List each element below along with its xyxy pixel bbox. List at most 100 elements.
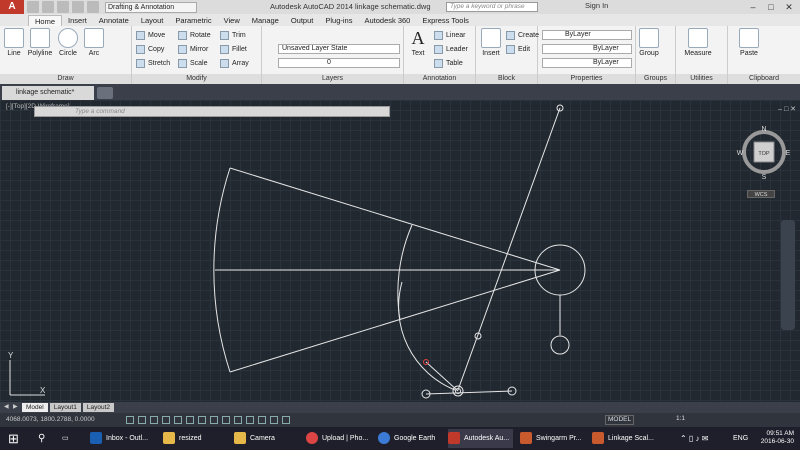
tab-autodesk360[interactable]: Autodesk 360 [358, 15, 416, 26]
trim-button[interactable]: Trim [220, 30, 246, 41]
annotation-scale-button[interactable]: 1:1 [676, 415, 685, 422]
utilities-panel-title[interactable]: Utilities [676, 74, 727, 84]
open-icon[interactable] [42, 1, 54, 13]
linear-dimension-button[interactable]: Linear [434, 30, 465, 41]
taskbar-upload[interactable]: Upload | Pho... [306, 429, 368, 448]
copy-button[interactable]: Copy [136, 44, 164, 55]
linkage-drawing[interactable]: Y X [0, 100, 800, 402]
tab-insert[interactable]: Insert [62, 15, 93, 26]
search-icon[interactable]: ⚲ [38, 429, 52, 448]
taskbar-camera[interactable]: Camera [234, 429, 275, 448]
model-space-button[interactable]: MODEL [605, 415, 635, 425]
inner-arc[interactable] [397, 224, 413, 321]
taskbar-clock[interactable]: 09:51 AM 2016-06-30 [761, 430, 794, 446]
diag-link-line[interactable] [425, 361, 459, 392]
edit-block-button[interactable]: Edit [506, 44, 530, 55]
groups-panel-title[interactable]: Groups [636, 74, 675, 84]
coordinate-readout[interactable]: 4068.0073, 1800.2788, 0.0000 [6, 416, 95, 423]
tab-output[interactable]: Output [285, 15, 320, 26]
ortho-mode-icon[interactable] [162, 416, 170, 424]
wcs-menu[interactable]: WCS [747, 190, 775, 198]
task-view-icon[interactable]: ▭ [62, 429, 76, 448]
tab-express-tools[interactable]: Express Tools [416, 15, 475, 26]
paste-button[interactable]: Paste [736, 28, 762, 57]
swing-arm-line[interactable] [457, 107, 561, 391]
line-button[interactable]: Line [3, 28, 25, 57]
tab-layout1[interactable]: Layout1 [49, 403, 81, 412]
link-arc[interactable] [398, 281, 456, 391]
taskbar-google-earth[interactable]: Google Earth [378, 429, 435, 448]
measure-button[interactable]: Measure [680, 28, 716, 57]
start-windows-icon[interactable]: ⊞ [8, 429, 28, 448]
dynamic-ucs-icon[interactable] [222, 416, 230, 424]
tab-layout[interactable]: Layout [135, 15, 170, 26]
system-tray-icons[interactable]: ⌃ ▯ ♪ ✉ [680, 429, 708, 448]
annotation-panel-title[interactable]: Annotation [404, 74, 475, 84]
last-tab-icon[interactable]: ▶ [13, 403, 20, 412]
create-block-button[interactable]: Create [506, 30, 539, 41]
polyline-button[interactable]: Polyline [26, 28, 54, 57]
layers-panel-title[interactable]: Layers [262, 74, 403, 84]
fillet-button[interactable]: Fillet [220, 44, 247, 55]
taskbar-autocad[interactable]: Autodesk Au... [448, 429, 514, 448]
group-button[interactable]: Group [637, 28, 661, 57]
small-circle[interactable] [550, 335, 570, 355]
drawing-viewport[interactable]: [-][Top][2D Wireframe] Type a command – … [0, 100, 800, 402]
grid-display-icon[interactable] [150, 416, 158, 424]
color-dropdown[interactable]: ByLayer [542, 30, 632, 40]
modify-panel-title[interactable]: Modify [132, 74, 261, 84]
tab-annotate[interactable]: Annotate [93, 15, 135, 26]
circle-button[interactable]: Circle [56, 28, 80, 57]
block-panel-title[interactable]: Block [476, 74, 537, 84]
clipboard-panel-title[interactable]: Clipboard [728, 74, 800, 84]
layer-state-dropdown[interactable]: Unsaved Layer State [278, 44, 400, 54]
stretch-button[interactable]: Stretch [136, 58, 170, 69]
new-icon[interactable] [27, 1, 39, 13]
insert-button[interactable]: Insert [479, 28, 503, 57]
selection-cycling-icon[interactable] [282, 416, 290, 424]
search-input[interactable]: Type a keyword or phrase [446, 2, 538, 12]
snap-mode-icon[interactable] [138, 416, 146, 424]
taskbar-outlook[interactable]: Inbox - Outl... [90, 429, 148, 448]
minimize-button[interactable]: – [744, 0, 762, 14]
first-tab-icon[interactable]: ◀ [4, 403, 11, 412]
save-icon[interactable] [57, 1, 69, 13]
table-button[interactable]: Table [434, 58, 463, 69]
move-button[interactable]: Move [136, 30, 165, 41]
file-tab-linkage-schematic[interactable]: linkage schematic* [2, 86, 94, 100]
3d-object-snap-icon[interactable] [198, 416, 206, 424]
tab-view[interactable]: View [218, 15, 246, 26]
quick-properties-icon[interactable] [270, 416, 278, 424]
lineweight-icon[interactable] [246, 416, 254, 424]
close-button[interactable]: ✕ [780, 0, 798, 14]
tab-model[interactable]: Model [22, 403, 48, 412]
arc-button[interactable]: Arc [83, 28, 105, 57]
navigation-bar[interactable] [781, 220, 795, 330]
draw-panel-title[interactable]: Draw [0, 74, 131, 84]
current-layer-dropdown[interactable]: 0 [278, 58, 400, 68]
tab-plugins[interactable]: Plug-ins [319, 15, 358, 26]
properties-panel-title[interactable]: Properties [538, 74, 635, 84]
maximize-button[interactable]: □ [762, 0, 780, 14]
taskbar-swingarm[interactable]: Swingarm Pr... [520, 429, 582, 448]
leader-button[interactable]: Leader [434, 44, 468, 55]
new-tab-button[interactable] [97, 87, 113, 99]
rotate-button[interactable]: Rotate [178, 30, 211, 41]
sector-upper-line[interactable] [229, 167, 561, 271]
tab-manage[interactable]: Manage [246, 15, 285, 26]
lineweight-dropdown[interactable]: ByLayer [542, 58, 632, 68]
taskbar-linkage-scale[interactable]: Linkage Scal... [592, 429, 654, 448]
infer-constraints-icon[interactable] [126, 416, 134, 424]
autocad-logo-button[interactable]: A [0, 0, 24, 14]
array-button[interactable]: Array [220, 58, 249, 69]
text-button[interactable]: A Text [407, 28, 429, 57]
input-language[interactable]: ENG [733, 429, 748, 448]
tab-parametric[interactable]: Parametric [169, 15, 217, 26]
tab-home[interactable]: Home [28, 15, 63, 26]
taskbar-resized[interactable]: resized [163, 429, 202, 448]
tab-layout2[interactable]: Layout2 [82, 403, 114, 412]
undo-icon[interactable] [72, 1, 84, 13]
base-link-line[interactable] [425, 390, 513, 395]
workspace-dropdown[interactable]: Drafting & Annotation [105, 1, 197, 13]
object-snap-tracking-icon[interactable] [210, 416, 218, 424]
